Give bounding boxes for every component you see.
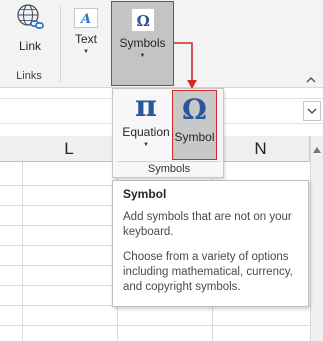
omega-icon: Ω — [182, 93, 207, 126]
symbol-button[interactable]: Ω Symbol — [172, 90, 217, 160]
collapse-ribbon-icon[interactable] — [305, 72, 317, 83]
svg-text:Ω: Ω — [136, 12, 149, 29]
chevron-down-icon: ▼ — [139, 53, 146, 59]
equation-button[interactable]: π Equation ▼ — [119, 91, 173, 161]
link-button[interactable]: Link — [8, 2, 52, 56]
symbol-label: Symbol — [174, 130, 215, 144]
pi-icon: π — [135, 89, 157, 124]
link-label: Link — [18, 39, 41, 53]
chevron-down-icon: ▼ — [143, 142, 149, 148]
grid-line — [22, 162, 23, 341]
column-header-n[interactable]: N — [212, 136, 310, 162]
grid-line — [0, 325, 323, 326]
text-button[interactable]: A Text ▼ — [66, 2, 106, 56]
text-label: Text — [74, 32, 97, 46]
group-divider — [60, 6, 61, 82]
tooltip-description: Add symbols that are not on your keyboar… — [123, 211, 292, 238]
symbol-tooltip: Symbol Add symbols that are not on your … — [112, 180, 309, 307]
symbols-group-label: Symbols — [147, 163, 191, 175]
scroll-up-icon[interactable] — [313, 140, 321, 153]
symbols-button[interactable]: Ω Symbols ▼ — [111, 1, 174, 86]
symbols-label: Symbols — [119, 36, 166, 50]
svg-text:A: A — [79, 12, 91, 26]
vertical-scrollbar[interactable] — [310, 136, 323, 341]
equation-label: Equation — [122, 125, 170, 139]
tooltip-details: Choose from a variety of options includi… — [123, 251, 293, 293]
links-group-label: Links — [16, 70, 42, 82]
formula-bar-expand[interactable] — [303, 101, 321, 121]
symbols-gallery: π Equation ▼ Ω Symbol Symbols — [112, 88, 224, 178]
omega-icon: Ω — [130, 8, 155, 32]
column-header-l[interactable]: L — [22, 136, 117, 162]
divider — [117, 161, 221, 162]
tooltip-title: Symbol — [123, 187, 167, 201]
text-box-icon: A — [74, 8, 98, 28]
chevron-down-icon: ▼ — [83, 49, 89, 55]
ribbon: Link Links A Text ▼ Ω Symbols ▼ — [0, 0, 323, 88]
link-icon — [15, 2, 45, 35]
